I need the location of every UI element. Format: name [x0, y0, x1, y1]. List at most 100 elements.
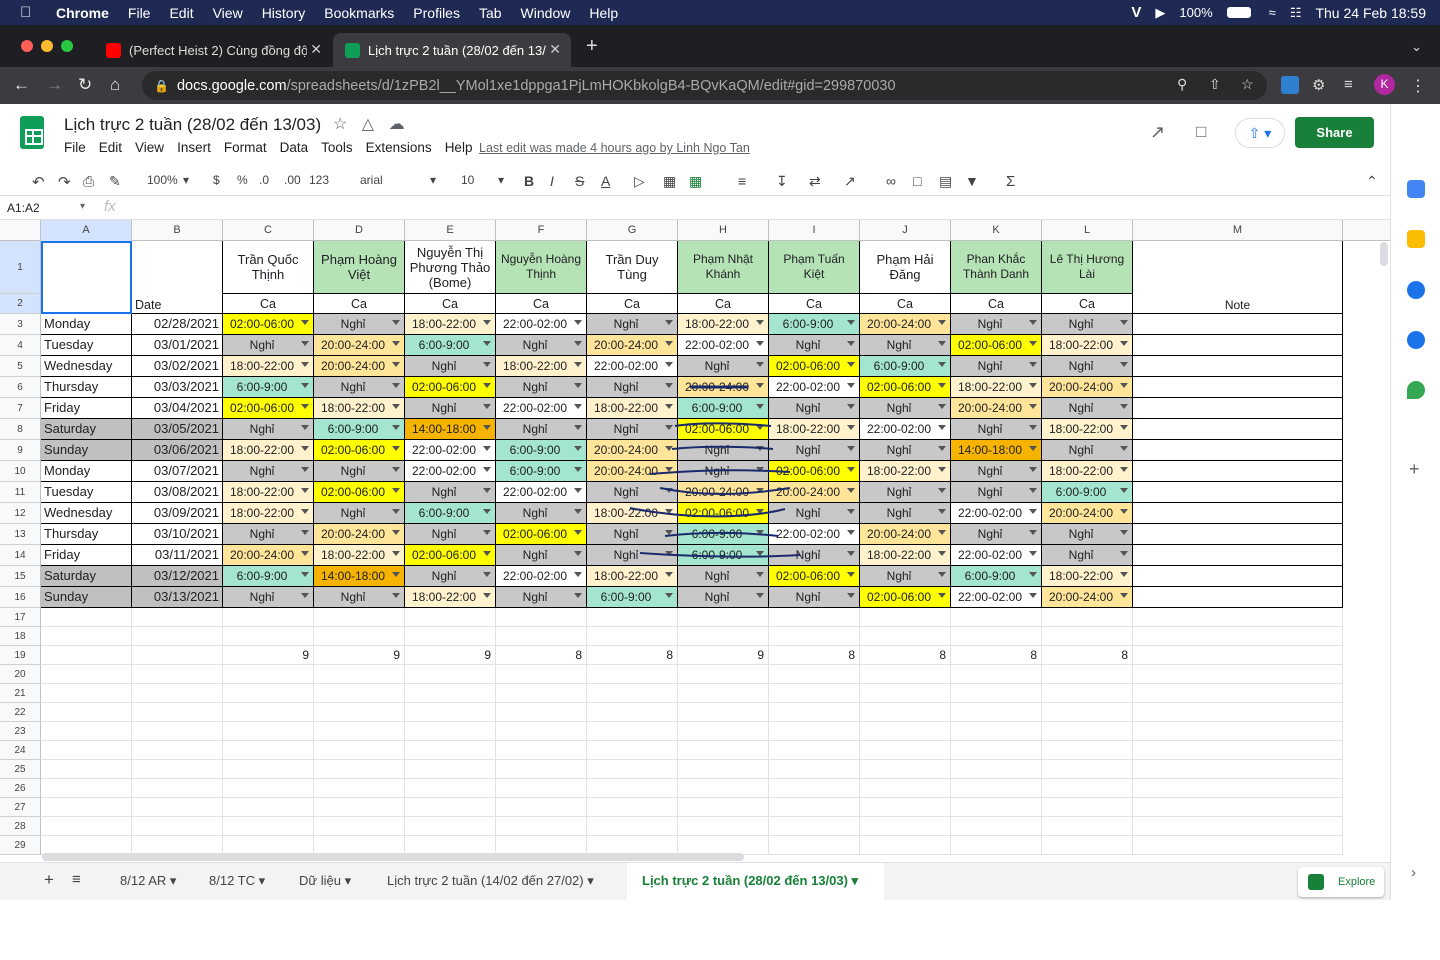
shift-dropdown[interactable]: 02:00-06:00 — [405, 545, 496, 566]
shift-dropdown[interactable]: 18:00-22:00 — [678, 314, 769, 335]
row-header[interactable]: 15 — [0, 566, 41, 587]
shift-dropdown[interactable]: 02:00-06:00 — [769, 356, 860, 377]
vertical-scrollbar[interactable] — [1380, 242, 1388, 266]
dropdown-arrow-icon[interactable] — [938, 362, 946, 367]
shift-dropdown[interactable]: Nghỉ — [678, 587, 769, 608]
vertical-align-icon[interactable]: ↧ — [776, 173, 788, 190]
ca-header[interactable]: Ca — [860, 294, 951, 314]
cell[interactable] — [405, 798, 496, 817]
dropdown-arrow-icon[interactable] — [938, 572, 946, 577]
shift-dropdown[interactable]: 6:00-9:00 — [405, 335, 496, 356]
dropdown-arrow-icon[interactable] — [756, 467, 764, 472]
shift-dropdown[interactable]: Nghỉ — [405, 524, 496, 545]
menubar-edit[interactable]: Edit — [169, 5, 193, 21]
apple-icon[interactable]:  — [20, 4, 38, 21]
cell[interactable] — [678, 779, 769, 798]
ca-header[interactable]: Ca — [769, 294, 860, 314]
cell[interactable] — [314, 627, 405, 646]
shift-dropdown[interactable]: 20:00-24:00 — [314, 524, 405, 545]
dropdown-arrow-icon[interactable] — [756, 530, 764, 535]
sheet-tab-lich-truc-1402[interactable]: Lịch trực 2 tuần (14/02 đến 27/02) ▾ — [387, 873, 594, 889]
date-cell[interactable]: 03/06/2021 — [132, 440, 223, 461]
column-header-a[interactable]: A — [41, 220, 132, 241]
minimize-window-button[interactable] — [41, 40, 53, 52]
cell[interactable] — [405, 779, 496, 798]
dropdown-arrow-icon[interactable] — [301, 320, 309, 325]
menubar-history[interactable]: History — [262, 5, 306, 21]
shift-dropdown[interactable]: 6:00-9:00 — [1042, 482, 1133, 503]
cell[interactable] — [496, 608, 587, 627]
menubar-window[interactable]: Window — [521, 5, 571, 21]
cell[interactable] — [1133, 741, 1343, 760]
percent-button[interactable]: % — [237, 173, 248, 187]
shift-dropdown[interactable]: 20:00-24:00 — [860, 524, 951, 545]
dropdown-arrow-icon[interactable] — [756, 383, 764, 388]
menu-edit[interactable]: Edit — [99, 140, 122, 155]
add-addon-icon[interactable]: + — [1409, 459, 1420, 480]
shift-dropdown[interactable]: Nghỉ — [678, 356, 769, 377]
dropdown-arrow-icon[interactable] — [938, 467, 946, 472]
cell[interactable] — [1133, 836, 1343, 855]
dropdown-arrow-icon[interactable] — [665, 530, 673, 535]
dropdown-arrow-icon[interactable] — [483, 404, 491, 409]
shift-dropdown[interactable]: Nghỉ — [496, 545, 587, 566]
day-cell[interactable]: Sunday — [41, 440, 132, 461]
dropdown-arrow-icon[interactable] — [938, 509, 946, 514]
dropdown-arrow-icon[interactable] — [665, 446, 673, 451]
cell[interactable] — [769, 665, 860, 684]
shift-dropdown[interactable]: 02:00-06:00 — [860, 587, 951, 608]
dropdown-arrow-icon[interactable] — [301, 383, 309, 388]
cell[interactable] — [769, 703, 860, 722]
cell[interactable]: 9 — [314, 646, 405, 665]
cell[interactable] — [587, 627, 678, 646]
date-cell[interactable]: 03/04/2021 — [132, 398, 223, 419]
cell[interactable] — [1042, 741, 1133, 760]
cell[interactable] — [496, 760, 587, 779]
cell[interactable] — [41, 665, 132, 684]
dropdown-arrow-icon[interactable] — [1120, 383, 1128, 388]
cell[interactable] — [769, 817, 860, 836]
shift-dropdown[interactable]: 22:00-02:00 — [769, 524, 860, 545]
control-center-icon[interactable]: ☷ — [1290, 5, 1302, 21]
dropdown-arrow-icon[interactable] — [847, 593, 855, 598]
star-icon[interactable]: ☆ — [333, 116, 347, 133]
note-cell[interactable] — [1133, 440, 1343, 461]
day-cell[interactable]: Saturday — [41, 419, 132, 440]
dropdown-arrow-icon[interactable] — [756, 320, 764, 325]
row-header[interactable]: 5 — [0, 356, 41, 377]
dropdown-arrow-icon[interactable] — [1120, 320, 1128, 325]
date-cell[interactable]: 03/09/2021 — [132, 503, 223, 524]
font-select[interactable]: arial — [360, 173, 383, 187]
dropdown-arrow-icon[interactable] — [301, 446, 309, 451]
cell[interactable] — [405, 703, 496, 722]
date-cell[interactable]: 03/10/2021 — [132, 524, 223, 545]
column-header-c[interactable]: C — [223, 220, 314, 241]
cell[interactable] — [1133, 646, 1343, 665]
cell[interactable] — [951, 798, 1042, 817]
cell[interactable] — [860, 836, 951, 855]
shift-dropdown[interactable]: 6:00-9:00 — [405, 503, 496, 524]
cell[interactable] — [132, 665, 223, 684]
day-cell[interactable]: Monday — [41, 461, 132, 482]
dropdown-arrow-icon[interactable] — [665, 593, 673, 598]
row-header[interactable]: 13 — [0, 524, 41, 545]
profile-avatar-icon[interactable]: K — [1374, 74, 1395, 95]
shift-dropdown[interactable]: Nghỉ — [769, 398, 860, 419]
cell[interactable] — [132, 760, 223, 779]
fill-color-icon[interactable]: ▷ — [634, 173, 645, 190]
shift-dropdown[interactable]: 22:00-02:00 — [405, 461, 496, 482]
dropdown-arrow-icon[interactable] — [392, 341, 400, 346]
cell[interactable] — [41, 703, 132, 722]
cell[interactable] — [678, 741, 769, 760]
cell[interactable] — [223, 684, 314, 703]
reading-list-icon[interactable]: ≡ — [1344, 76, 1362, 94]
row-header[interactable]: 19 — [0, 646, 41, 665]
note-cell[interactable] — [1133, 461, 1343, 482]
print-icon[interactable]: ⎙ — [83, 173, 94, 190]
column-header-j[interactable]: J — [860, 220, 951, 241]
shift-dropdown[interactable]: Nghỉ — [496, 335, 587, 356]
column-header-e[interactable]: E — [405, 220, 496, 241]
row-header[interactable]: 14 — [0, 545, 41, 566]
dropdown-arrow-icon[interactable] — [1120, 488, 1128, 493]
shift-dropdown[interactable]: 20:00-24:00 — [223, 545, 314, 566]
